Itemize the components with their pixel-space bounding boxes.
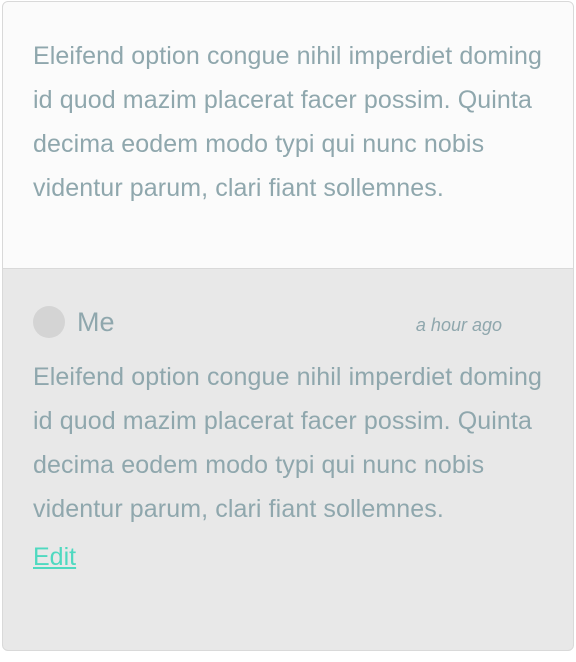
comment-timestamp: a hour ago xyxy=(415,315,502,335)
post-content: Eleifend option congue nihil imperdiet d… xyxy=(3,2,573,269)
comment-section: Me a hour ago Eleifend option congue nih… xyxy=(3,299,573,573)
edit-link[interactable]: Edit xyxy=(33,541,76,573)
post-card: Eleifend option congue nihil imperdiet d… xyxy=(2,1,574,651)
comment-author: Me xyxy=(77,307,115,337)
avatar xyxy=(33,306,65,338)
post-body: Eleifend option congue nihil imperdiet d… xyxy=(33,42,542,202)
comment-header: Me a hour ago xyxy=(33,299,543,345)
comment-body: Eleifend option congue nihil imperdiet d… xyxy=(33,363,542,523)
